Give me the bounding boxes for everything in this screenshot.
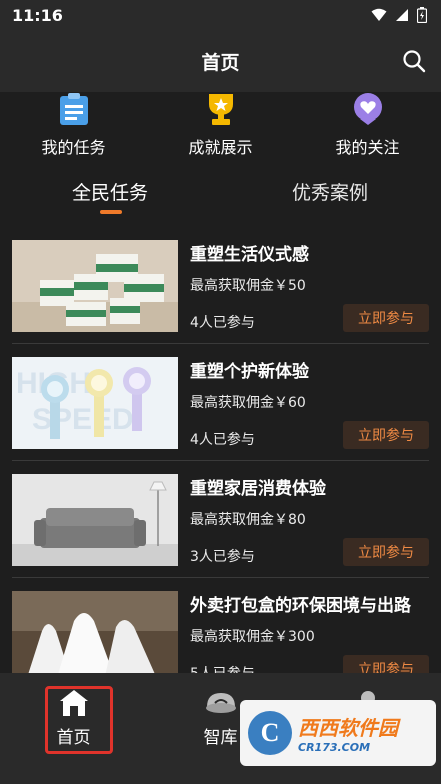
- task-participants: 5人已参与: [190, 663, 255, 673]
- task-card[interactable]: 重塑生活仪式感 最高获取佣金￥50 4人已参与 立即参与: [12, 230, 429, 336]
- heart-shield-icon: [350, 92, 386, 126]
- trophy-icon: [203, 92, 239, 126]
- page-title: 首页: [201, 51, 240, 74]
- search-icon: [403, 50, 426, 73]
- task-reward: 最高获取佣金￥300: [190, 629, 315, 645]
- task-card[interactable]: 外卖打包盒的环保困境与出路 最高获取佣金￥300 5人已参与 立即参与: [12, 581, 429, 673]
- battery-icon: [417, 7, 427, 23]
- task-reward: 最高获取佣金￥50: [190, 278, 306, 294]
- join-button[interactable]: 立即参与: [343, 421, 429, 449]
- quick-item-following[interactable]: 我的关注: [294, 92, 441, 162]
- divider: [12, 577, 429, 578]
- status-icons: [371, 7, 427, 23]
- quick-label-my-tasks: 我的任务: [41, 138, 106, 157]
- task-thumbnail-hair-dryers: HIGH SPEED: [12, 357, 178, 449]
- task-thumbnail-takeout-bags: [12, 591, 178, 673]
- quick-label-achievements: 成就展示: [188, 138, 253, 157]
- tab-indicator: [100, 210, 122, 214]
- status-time: 11:16: [12, 5, 63, 25]
- task-title: 重塑生活仪式感: [190, 245, 309, 265]
- task-participants: 4人已参与: [190, 432, 255, 448]
- task-card[interactable]: 重塑家居消费体验 最高获取佣金￥80 3人已参与 立即参与: [12, 464, 429, 570]
- watermark-title: 西西软件园: [298, 716, 398, 740]
- task-title: 外卖打包盒的环保困境与出路: [190, 596, 411, 616]
- nav-library-label: 智库: [203, 728, 238, 748]
- join-button[interactable]: 立即参与: [343, 304, 429, 332]
- tab-bar: 全民任务 优秀案例: [0, 170, 441, 218]
- quick-nav: 我的任务 成就展示 我的关注: [0, 92, 441, 162]
- task-card[interactable]: HIGH SPEED 重塑个护新体验 最高获取佣金￥60 4人已参与 立即参与: [12, 347, 429, 453]
- task-reward: 最高获取佣金￥80: [190, 512, 306, 528]
- task-list[interactable]: 重塑生活仪式感 最高获取佣金￥50 4人已参与 立即参与 HIGH SPEED …: [0, 230, 441, 673]
- home-highlight-box: [45, 686, 113, 754]
- signal-icon: [396, 9, 408, 21]
- task-reward: 最高获取佣金￥60: [190, 395, 306, 411]
- quick-item-my-tasks[interactable]: 我的任务: [0, 92, 147, 162]
- watermark-logo: C: [248, 711, 292, 755]
- task-participants: 3人已参与: [190, 549, 255, 565]
- task-title: 重塑家居消费体验: [190, 479, 326, 499]
- svg-text:SPEED: SPEED: [32, 403, 134, 436]
- join-button[interactable]: 立即参与: [343, 655, 429, 673]
- quick-label-following: 我的关注: [335, 138, 400, 157]
- task-title: 重塑个护新体验: [190, 362, 309, 382]
- task-thumbnail-tissue-boxes: [12, 240, 178, 332]
- divider: [12, 343, 429, 344]
- divider: [12, 460, 429, 461]
- search-button[interactable]: [399, 46, 429, 76]
- task-participants: 4人已参与: [190, 315, 255, 331]
- tab-showcase[interactable]: 优秀案例: [220, 170, 440, 218]
- status-bar: 11:16: [0, 0, 441, 30]
- watermark-text: 西西软件园 CR173.COM: [298, 712, 398, 754]
- app-header: 首页: [0, 30, 441, 92]
- task-thumbnail-sofa-room: [12, 474, 178, 566]
- quick-item-achievements[interactable]: 成就展示: [147, 92, 294, 162]
- watermark-url: CR173.COM: [298, 741, 371, 754]
- wifi-icon: [371, 8, 387, 21]
- join-button[interactable]: 立即参与: [343, 538, 429, 566]
- clipboard-icon: [56, 92, 92, 126]
- watermark: C 西西软件园 CR173.COM: [240, 700, 436, 766]
- library-icon: [205, 693, 236, 713]
